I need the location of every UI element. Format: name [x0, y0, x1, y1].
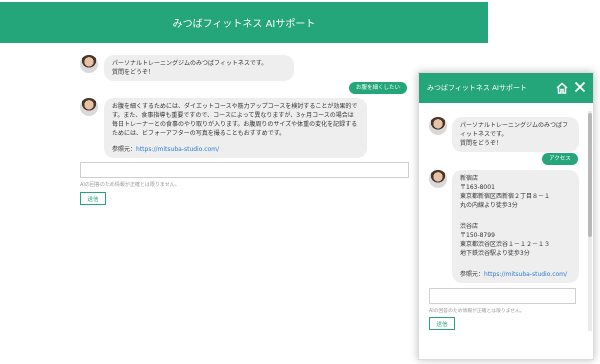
widget-question-input[interactable] [429, 288, 576, 304]
widget-greeting-row: パーソナルトレーニングジムのみつばフィットネスです。 質問をどうぞ！ [429, 117, 579, 152]
main-answer-row: お腹を細くするためには、ダイエットコースや筋力アップコースを検討することが効果的… [80, 98, 367, 158]
main-answer-text: お腹を細くするためには、ダイエットコースや筋力アップコースを検討することが効果的… [112, 103, 358, 137]
home-icon[interactable] [555, 81, 569, 95]
widget-user-message: アクセス [542, 153, 578, 165]
widget-title: みつばフィットネス AIサポート [427, 84, 527, 92]
main-user-message: お腹を細くしたい [349, 82, 408, 94]
bot-avatar [80, 55, 98, 73]
bot-avatar [80, 98, 98, 116]
main-answer-bubble: お腹を細くするためには、ダイエットコースや筋力アップコースを検討することが効果的… [104, 98, 367, 158]
main-greeting-row: パーソナルトレーニングジムのみつばフィットネスです。 質問をどうぞ！ [80, 55, 294, 81]
main-send-button[interactable]: 送信 [80, 192, 106, 205]
close-icon[interactable] [574, 81, 586, 93]
main-greeting-bubble: パーソナルトレーニングジムのみつばフィットネスです。 質問をどうぞ！ [104, 55, 294, 81]
scrollbar-thumb[interactable] [588, 113, 592, 237]
widget-greeting-bubble: パーソナルトレーニングジムのみつばフィットネスです。 質問をどうぞ！ [452, 117, 579, 152]
widget-header: みつばフィットネス AIサポート [419, 73, 593, 103]
main-title: みつばフィットネス AIサポート [172, 19, 316, 30]
bot-avatar [429, 170, 447, 188]
main-question-input[interactable] [80, 162, 409, 178]
main-disclaimer: AIの回答のため情報が正確とは限りません。 [80, 182, 180, 188]
reference-link[interactable]: https://mitsuba-studio.com/ [136, 146, 219, 153]
widget-answer-reference: 参照元：https://mitsuba-studio.com/ [460, 271, 568, 278]
widget-answer-row: 新宿店 〒163-8001 東京都新宿区西新宿２丁目８－１ 丸の内線より徒歩3分… [429, 170, 579, 283]
bot-avatar [429, 117, 447, 135]
widget-scrollbar[interactable] [588, 111, 592, 331]
main-answer-reference: 参照元：https://mitsuba-studio.com/ [112, 146, 220, 153]
main-header: みつばフィットネス AIサポート [0, 2, 488, 43]
widget-send-button[interactable]: 送信 [429, 317, 455, 330]
widget-answer-bubble: 新宿店 〒163-8001 東京都新宿区西新宿２丁目８－１ 丸の内線より徒歩3分… [452, 170, 579, 283]
widget-disclaimer: AIの回答のため情報が正確とは限りません。 [429, 309, 525, 314]
chat-widget: みつばフィットネス AIサポート パーソナルトレーニングジムのみつばフィットネス… [418, 72, 594, 360]
reference-link[interactable]: https://mitsuba-studio.com/ [484, 271, 567, 278]
